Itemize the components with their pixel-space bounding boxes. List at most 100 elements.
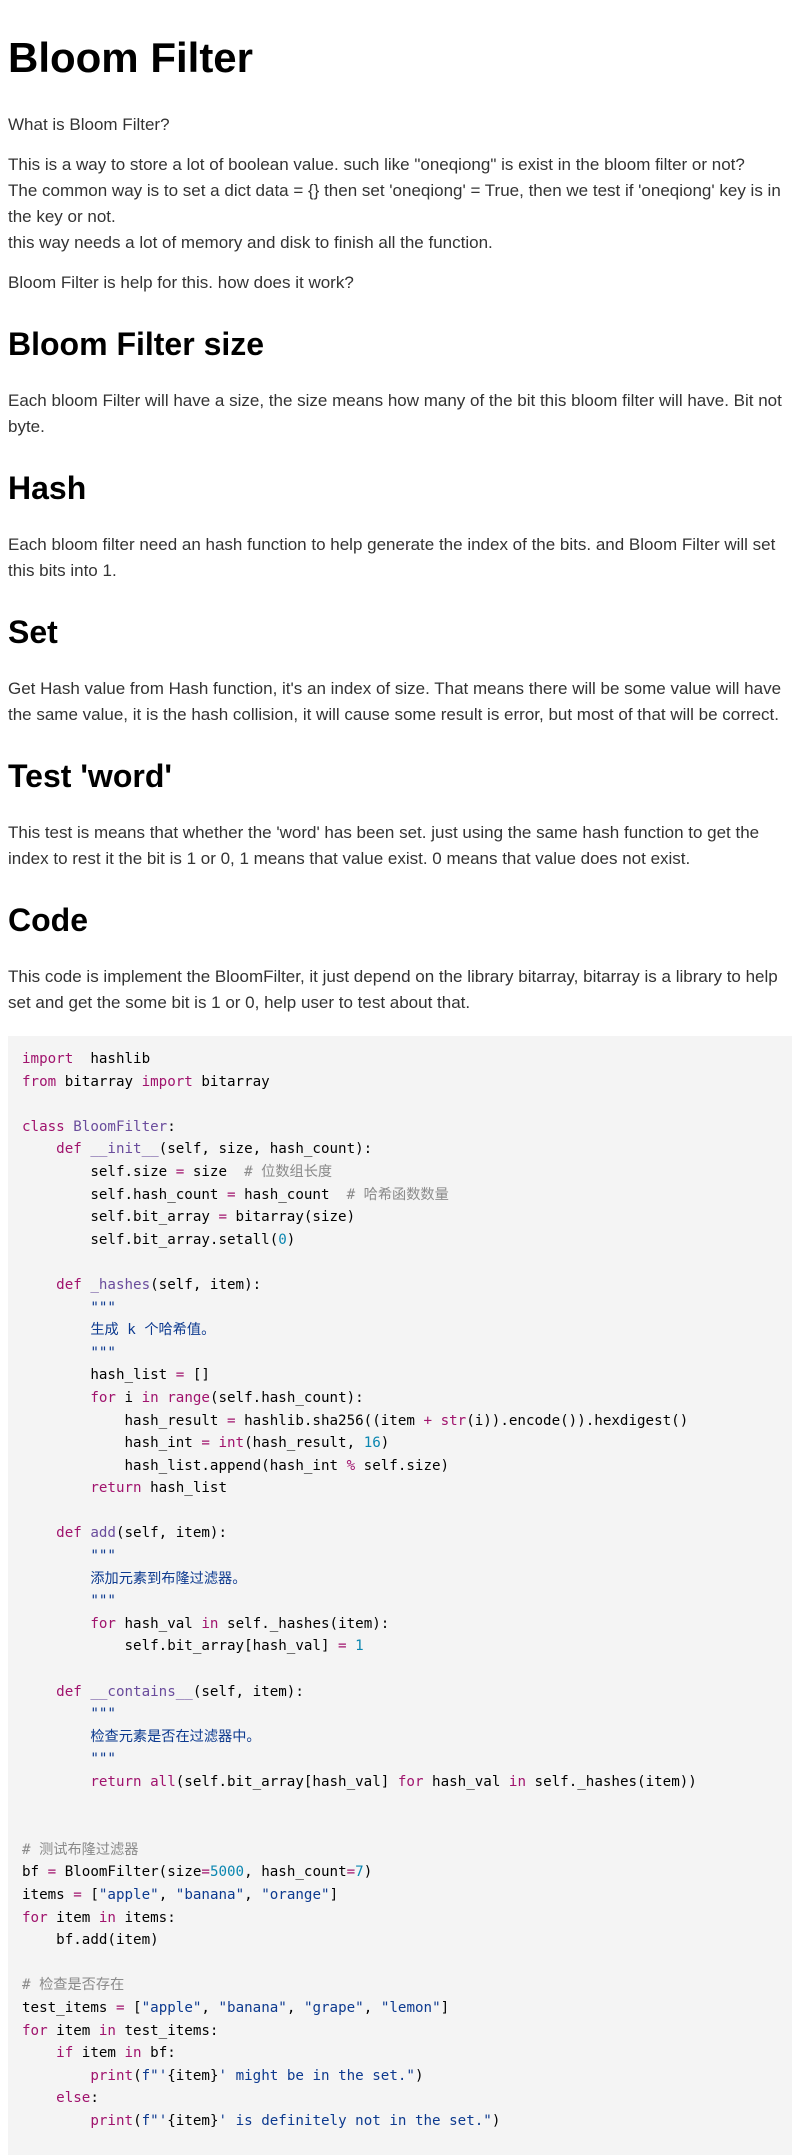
code-line: bf = BloomFilter(size=5000, hash_count=7…: [22, 1861, 778, 1884]
code-number: 16: [363, 1435, 381, 1452]
section-body-code: This code is implement the BloomFilter, …: [8, 967, 778, 1012]
code-function-name: _hashes: [90, 1276, 151, 1293]
code-text: i: [115, 1389, 142, 1406]
code-text: (hash_result,: [244, 1435, 364, 1452]
code-operator: =: [47, 1864, 57, 1881]
code-text: self.size: [22, 1163, 176, 1180]
code-keyword: def: [56, 1683, 82, 1700]
code-text: (self, item):: [150, 1276, 262, 1293]
code-text: size: [184, 1163, 245, 1180]
code-line: items = ["apple", "banana", "orange"]: [22, 1884, 778, 1907]
intro-paragraph: This is a way to store a lot of boolean …: [8, 152, 792, 256]
code-line: # 检查是否存在: [22, 1974, 778, 1997]
code-line: for i in range(self.hash_count):: [22, 1387, 778, 1410]
code-text: ): [363, 1864, 373, 1881]
code-line: return hash_list: [22, 1477, 778, 1500]
code-text: ,: [286, 1999, 304, 2016]
code-keyword: if: [56, 2045, 74, 2062]
code-text: self.size): [355, 1457, 450, 1474]
code-line: for hash_val in self._hashes(item):: [22, 1613, 778, 1636]
page-title: Bloom Filter: [8, 34, 254, 81]
code-string: "apple": [98, 1886, 159, 1903]
code-line: if item in bf:: [22, 2042, 778, 2065]
code-line: 添加元素到布隆过滤器。: [22, 1568, 778, 1591]
code-keyword: for: [397, 1774, 424, 1790]
code-line: class BloomFilter:: [22, 1116, 778, 1139]
code-text: hash_val: [115, 1615, 202, 1632]
code-function-name: __contains__: [90, 1683, 193, 1700]
code-text: [: [81, 1886, 99, 1903]
code-text: hash_int: [22, 1435, 202, 1452]
code-number: 7: [355, 1864, 364, 1881]
code-text: bitarray: [192, 1073, 270, 1090]
code-string: 添加元素到布隆过滤器。: [90, 1570, 247, 1587]
code-operator: %: [346, 1457, 356, 1474]
code-keyword: def: [56, 1141, 82, 1158]
intro-line: The common way is to set a dict data = {…: [8, 181, 781, 226]
code-line: """: [22, 1545, 778, 1568]
code-text: ]: [329, 1886, 339, 1903]
code-text: (self, item):: [115, 1525, 228, 1542]
code-text: self.bit_array: [22, 1209, 219, 1226]
code-line: self.bit_array[hash_val] = 1: [22, 1635, 778, 1658]
code-keyword: def: [56, 1276, 82, 1293]
code-line: """: [22, 1342, 778, 1365]
code-line: test_items = ["apple", "banana", "grape"…: [22, 1997, 778, 2020]
code-line: bf.add(item): [22, 1929, 778, 1952]
code-operator: =: [201, 1864, 210, 1881]
code-keyword: str: [440, 1412, 467, 1429]
code-text: ,: [244, 1886, 262, 1903]
code-string: f"': [141, 2067, 168, 2084]
code-text: ,: [201, 1999, 219, 2016]
code-text: (: [133, 2067, 142, 2084]
code-text: ,: [158, 1886, 176, 1903]
code-line: self.hash_count = hash_count # 哈希函数数量: [22, 1184, 778, 1207]
code-line: hash_int = int(hash_result, 16): [22, 1432, 778, 1455]
code-operator: =: [218, 1209, 228, 1226]
code-string: 生成 k 个哈希值。: [90, 1322, 216, 1339]
code-line: hash_list.append(hash_int % self.size): [22, 1455, 778, 1478]
code-line: def _hashes(self, item):: [22, 1274, 778, 1297]
code-keyword: in: [98, 2022, 116, 2039]
code-text: hashlib: [73, 1051, 151, 1067]
code-line: self.bit_array = bitarray(size): [22, 1206, 778, 1229]
code-keyword: class: [22, 1118, 65, 1135]
code-text: bf.add(item): [22, 1932, 159, 1949]
section-heading-size: Bloom Filter size: [8, 326, 265, 362]
code-line: for item in test_items:: [22, 2020, 778, 2043]
code-function-name: add: [90, 1525, 116, 1542]
code-text: bf: [22, 1864, 48, 1881]
code-operator: =: [227, 1186, 236, 1203]
code-text: hash_result: [22, 1412, 227, 1429]
code-number: 0: [278, 1231, 287, 1248]
code-text: test_items:: [115, 2022, 219, 2039]
code-function-name: BloomFilter: [73, 1118, 168, 1135]
intro-question: What is Bloom Filter?: [8, 115, 170, 134]
code-text: ): [380, 1435, 390, 1452]
section-heading-code: Code: [8, 902, 88, 938]
code-line: """: [22, 1703, 778, 1726]
code-operator: =: [175, 1163, 185, 1180]
code-number: 1: [355, 1638, 364, 1655]
code-text: bf:: [141, 2045, 176, 2062]
code-block[interactable]: import hashlib from bitarray import bitar…: [8, 1036, 792, 2155]
code-text: ): [414, 2067, 424, 2084]
code-text: (self.hash_count):: [209, 1389, 364, 1406]
code-text: ): [286, 1231, 296, 1248]
code-keyword: for: [22, 1909, 48, 1926]
code-keyword: in: [508, 1774, 526, 1790]
code-line: hash_list = []: [22, 1364, 778, 1387]
code-string: """: [90, 1344, 116, 1361]
